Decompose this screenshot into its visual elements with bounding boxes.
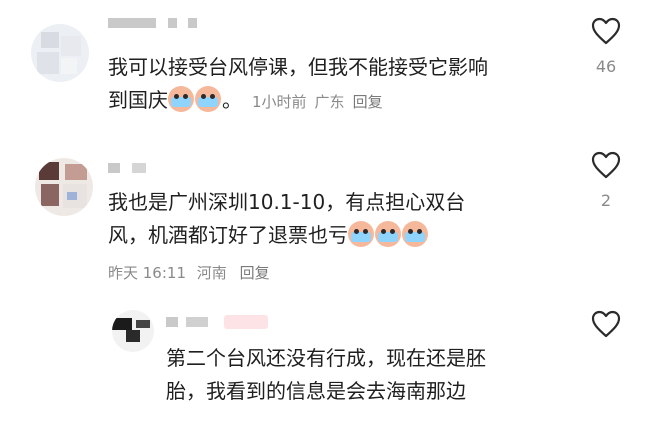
like-count: 2 <box>600 191 612 210</box>
comment-text-line: 胎，我看到的信息是会去海南那边 <box>166 379 466 403</box>
avatar[interactable] <box>112 310 154 352</box>
like-button[interactable] <box>586 310 626 338</box>
comment-text-line: 到国庆 。 1小时前 广东 回复 <box>108 84 578 119</box>
comment-time: 昨天 16:11 <box>108 264 186 282</box>
username-redacted[interactable] <box>108 18 156 28</box>
comment-text-fragment: 到国庆 <box>108 88 168 112</box>
like-button[interactable]: 46 <box>586 17 626 76</box>
username-redacted-part <box>186 317 208 327</box>
reply-button[interactable]: 回复 <box>353 93 383 111</box>
comment-text-line: 我可以接受台风停课，但我不能接受它影响 <box>108 55 488 79</box>
heart-outline-icon <box>591 310 621 338</box>
comment-text: 我可以接受台风停课，但我不能接受它影响 到国庆 。 1小时前 广东 回复 <box>108 51 578 119</box>
crying-emoji <box>168 86 194 112</box>
crying-emoji <box>402 221 428 247</box>
comment-text-line: 我也是广州深圳10.1-10，有点担心双台 <box>108 190 466 214</box>
username-redacted-part <box>168 18 177 28</box>
comment-time: 1小时前 <box>252 93 307 111</box>
comment-text-line: 风，机酒都订好了退票也亏 <box>108 219 578 252</box>
comment-text-fragment: 风，机酒都订好了退票也亏 <box>108 223 348 247</box>
comment-text: 我也是广州深圳10.1-10，有点担心双台 风，机酒都订好了退票也亏 <box>108 186 578 252</box>
username-redacted[interactable] <box>108 163 120 173</box>
like-count: 46 <box>595 57 617 76</box>
username-redacted[interactable] <box>166 317 178 327</box>
crying-emoji <box>348 221 374 247</box>
comment-text: 第二个台风还没有行成，现在还是胚 胎，我看到的信息是会去海南那边 <box>166 342 586 408</box>
heart-outline-icon <box>591 17 621 45</box>
comment-location: 河南 <box>196 264 227 282</box>
username-redacted-part <box>188 18 197 28</box>
comment-text-fragment: 。 <box>222 88 242 112</box>
heart-outline-icon <box>591 151 621 179</box>
author-badge <box>224 315 268 329</box>
avatar[interactable] <box>31 24 89 82</box>
crying-emoji <box>375 221 401 247</box>
like-button[interactable]: 2 <box>586 151 626 210</box>
comment-location: 广东 <box>314 93 345 111</box>
username-redacted-part <box>132 163 146 173</box>
comment-text-line: 第二个台风还没有行成，现在还是胚 <box>166 346 486 370</box>
crying-emoji <box>195 86 221 112</box>
comment-meta: 昨天 16:11 河南 回复 <box>108 262 270 283</box>
reply-button[interactable]: 回复 <box>240 264 270 282</box>
avatar[interactable] <box>35 158 93 216</box>
comment-meta: 1小时前 广东 回复 <box>252 93 383 111</box>
